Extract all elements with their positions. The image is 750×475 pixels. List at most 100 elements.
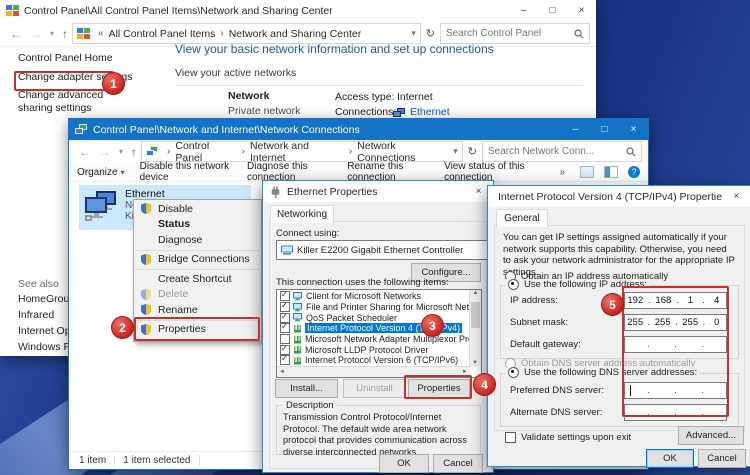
checkbox[interactable] bbox=[280, 313, 290, 323]
control-panel-icon bbox=[6, 5, 19, 17]
disable-device-button[interactable]: Disable this network device bbox=[140, 161, 232, 183]
change-view-icon[interactable] bbox=[580, 166, 594, 178]
tab-networking[interactable]: Networking bbox=[270, 205, 334, 223]
minimize-button[interactable]: – bbox=[509, 0, 538, 21]
breadcrumb-item[interactable]: Network and Sharing Center bbox=[229, 28, 362, 40]
search-icon bbox=[574, 29, 584, 39]
forward-icon[interactable]: → bbox=[30, 27, 42, 41]
protocol-list[interactable]: Client for Microsoft Networks File and P… bbox=[276, 289, 482, 378]
dialog-title-bar[interactable]: Internet Protocol Version 4 (TCP/IPv4) P… bbox=[488, 186, 750, 207]
annotation-badge-5: 5 bbox=[601, 293, 624, 316]
search-input[interactable]: Search Network Conn... bbox=[482, 141, 642, 162]
checkbox[interactable] bbox=[280, 334, 290, 344]
network-client-icon bbox=[293, 292, 303, 301]
menu-item-delete[interactable]: Delete bbox=[134, 287, 261, 303]
nsc-window-title: Control Panel\All Control Panel Items\Ne… bbox=[24, 5, 509, 17]
breadcrumb-item[interactable]: Network and Internet bbox=[250, 141, 344, 162]
breadcrumb-item[interactable]: All Control Panel Items bbox=[109, 28, 216, 40]
scroll-left-icon[interactable]: ◄ bbox=[279, 369, 285, 375]
sidebar-item-infrared[interactable]: Infrared bbox=[18, 309, 54, 321]
maximize-button[interactable]: □ bbox=[590, 119, 619, 140]
list-item[interactable]: Internet Protocol Version 6 (TCP/IPv6) bbox=[278, 355, 469, 366]
network-client-icon bbox=[293, 313, 303, 322]
close-button[interactable]: × bbox=[567, 0, 596, 21]
network-type: Private network bbox=[228, 105, 300, 117]
close-button[interactable]: × bbox=[619, 119, 648, 140]
description-group: Description Transmission Control Protoco… bbox=[276, 405, 481, 455]
minimize-button[interactable]: – bbox=[561, 119, 590, 140]
default-gateway-label: Default gateway: bbox=[510, 339, 581, 350]
breadcrumb-item[interactable]: Network Connections bbox=[357, 141, 453, 162]
toolbar-overflow-icon[interactable]: » bbox=[559, 167, 565, 178]
checkbox[interactable] bbox=[280, 323, 290, 333]
scroll-down-icon[interactable]: ▼ bbox=[472, 360, 478, 366]
menu-separator bbox=[134, 267, 261, 271]
vertical-scrollbar[interactable]: ▲▼ bbox=[469, 290, 481, 367]
annotation-badge-4: 4 bbox=[473, 373, 496, 396]
validate-checkbox[interactable]: Validate settings upon exit bbox=[505, 432, 631, 443]
list-item[interactable]: Client for Microsoft Networks bbox=[278, 291, 469, 302]
recent-pages-icon[interactable]: ▾ bbox=[50, 29, 54, 38]
cancel-button[interactable]: Cancel bbox=[698, 449, 746, 468]
breadcrumb-item[interactable]: Control Panel bbox=[175, 141, 236, 162]
install-button[interactable]: Install... bbox=[275, 379, 338, 398]
cancel-button[interactable]: Cancel bbox=[433, 454, 483, 473]
radio-selected-icon[interactable] bbox=[508, 367, 519, 378]
scrollbar-thumb[interactable] bbox=[471, 302, 480, 328]
tab-general[interactable]: General bbox=[496, 209, 548, 227]
network-connections-icon bbox=[75, 124, 88, 136]
sidebar-item-control-panel-home[interactable]: Control Panel Home bbox=[18, 52, 113, 64]
organize-menu-button[interactable]: Organize▾ bbox=[77, 167, 125, 178]
checkbox[interactable] bbox=[280, 355, 290, 365]
up-icon[interactable]: ↑ bbox=[131, 145, 137, 159]
ok-button[interactable]: OK bbox=[379, 454, 429, 473]
search-placeholder: Search Network Conn... bbox=[488, 146, 594, 157]
breadcrumb[interactable]: › Control Panel › Network and Internet ›… bbox=[141, 141, 463, 162]
preview-pane-icon[interactable] bbox=[604, 166, 618, 178]
back-icon[interactable]: ← bbox=[10, 27, 22, 41]
list-item[interactable]: File and Printer Sharing for Microsoft N… bbox=[278, 302, 469, 313]
checkbox[interactable] bbox=[280, 302, 290, 312]
scroll-up-icon[interactable]: ▲ bbox=[473, 290, 479, 296]
menu-item-rename[interactable]: Rename bbox=[134, 302, 261, 318]
close-icon[interactable]: × bbox=[722, 186, 750, 207]
address-dropdown-icon[interactable]: ▾ bbox=[453, 146, 458, 157]
ethernet-adapter-icon bbox=[83, 190, 119, 222]
refresh-icon[interactable]: ↻ bbox=[468, 145, 477, 158]
annotation-badge-3: 3 bbox=[421, 314, 444, 337]
sidebar-item-homegroup[interactable]: HomeGroup bbox=[18, 293, 75, 305]
divider bbox=[175, 85, 583, 86]
list-item[interactable]: Microsoft Network Adapter Multiplexor Pr… bbox=[278, 334, 469, 345]
breadcrumb[interactable]: « All Control Panel Items › Network and … bbox=[72, 23, 421, 44]
advanced-button[interactable]: Advanced... bbox=[678, 426, 744, 445]
nsc-title-bar[interactable]: Control Panel\All Control Panel Items\Ne… bbox=[0, 0, 596, 21]
breadcrumb-collapse-icon[interactable]: « bbox=[98, 28, 104, 39]
checkbox[interactable] bbox=[280, 291, 290, 301]
menu-item-bridge-connections[interactable]: Bridge Connections bbox=[134, 252, 261, 268]
ethernet-connection-link[interactable]: Ethernet bbox=[410, 106, 450, 118]
search-input[interactable]: Search Control Panel bbox=[440, 23, 590, 44]
radio-selected-icon[interactable] bbox=[508, 279, 519, 290]
uninstall-button[interactable]: Uninstall bbox=[343, 379, 406, 398]
recent-pages-icon[interactable]: ▾ bbox=[119, 147, 123, 156]
list-item[interactable]: Microsoft LLDP Protocol Driver bbox=[278, 344, 469, 355]
ok-button[interactable]: OK bbox=[646, 449, 694, 468]
menu-item-create-shortcut[interactable]: Create Shortcut bbox=[134, 271, 261, 287]
dialog-title: Ethernet Properties bbox=[287, 186, 464, 198]
up-icon[interactable]: ↑ bbox=[62, 27, 68, 41]
protocol-icon bbox=[293, 335, 302, 344]
checkbox[interactable] bbox=[280, 345, 290, 355]
menu-item-status[interactable]: Status bbox=[134, 217, 261, 233]
checkbox-icon[interactable] bbox=[505, 432, 516, 443]
chevron-right-icon: › bbox=[242, 146, 245, 157]
maximize-button[interactable]: □ bbox=[538, 0, 567, 21]
refresh-icon[interactable]: ↻ bbox=[426, 27, 435, 40]
dialog-title-bar[interactable]: Ethernet Properties × bbox=[263, 181, 493, 202]
menu-item-diagnose[interactable]: Diagnose bbox=[134, 232, 261, 248]
back-icon[interactable]: ← bbox=[79, 145, 91, 159]
address-dropdown-icon[interactable]: ▾ bbox=[411, 28, 416, 39]
help-icon[interactable]: ? bbox=[628, 166, 640, 178]
nc-title-bar[interactable]: Control Panel\Network and Internet\Netwo… bbox=[69, 119, 648, 140]
menu-item-disable[interactable]: Disable bbox=[134, 201, 261, 217]
forward-icon[interactable]: → bbox=[99, 145, 111, 159]
